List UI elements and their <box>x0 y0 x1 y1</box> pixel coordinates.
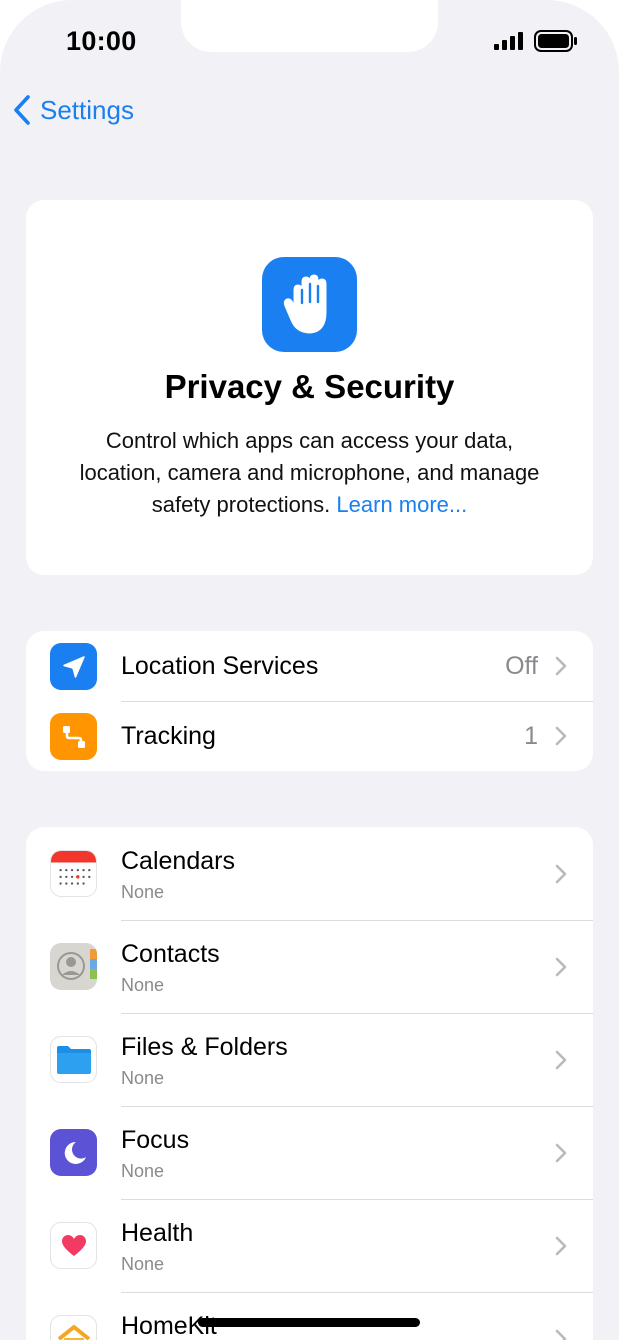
location-services-row[interactable]: Location Services Off <box>26 631 593 701</box>
chevron-right-icon <box>555 726 567 746</box>
back-label: Settings <box>40 94 134 125</box>
notch <box>181 0 438 52</box>
home-indicator[interactable] <box>198 1318 420 1327</box>
contacts-row[interactable]: Contacts None <box>26 921 593 1013</box>
home-icon <box>50 1315 97 1340</box>
row-label: Health <box>121 1219 194 1247</box>
location-tracking-group: Location Services Off Tracking 1 <box>26 631 593 771</box>
homekit-row[interactable]: HomeKit <box>26 1293 593 1340</box>
tracking-row[interactable]: Tracking 1 <box>26 702 593 771</box>
status-time: 10:00 <box>66 26 137 56</box>
calendars-row[interactable]: Calendars None <box>26 827 593 920</box>
chevron-right-icon <box>555 1143 567 1163</box>
description-text: Control which apps can access your data,… <box>79 428 540 517</box>
phone-screen: 10:00 Settings Privacy & Security Contro… <box>0 0 619 1340</box>
row-label: Files & Folders <box>121 1033 288 1061</box>
folder-icon <box>50 1036 97 1083</box>
chevron-right-icon <box>555 957 567 977</box>
row-label: Tracking <box>121 722 216 750</box>
privacy-header-card: Privacy & Security Control which apps ca… <box>26 200 593 575</box>
chevron-left-icon <box>14 95 30 125</box>
row-value: 1 <box>524 722 538 750</box>
row-sublabel: None <box>121 882 165 902</box>
calendar-icon <box>50 850 97 897</box>
chevron-right-icon <box>555 864 567 884</box>
learn-more-link[interactable]: Learn more... <box>336 492 467 517</box>
row-label: Focus <box>121 1126 190 1154</box>
chevron-right-icon <box>555 656 567 676</box>
chevron-right-icon <box>555 1329 567 1340</box>
health-row[interactable]: Health None <box>26 1200 593 1292</box>
row-sublabel: None <box>121 1068 165 1088</box>
chevron-right-icon <box>555 1236 567 1256</box>
row-sublabel: None <box>121 1161 165 1181</box>
row-value: Off <box>505 652 538 680</box>
row-sublabel: None <box>121 975 165 995</box>
row-sublabel: None <box>121 1254 165 1274</box>
moon-icon <box>50 1129 97 1176</box>
tracking-icon <box>50 713 97 760</box>
back-button[interactable]: Settings <box>12 92 134 128</box>
row-label: Contacts <box>121 940 220 968</box>
hand-raised-icon <box>262 257 357 352</box>
row-label: Calendars <box>121 847 235 875</box>
cellular-signal-icon <box>494 32 523 50</box>
row-label: Location Services <box>121 652 319 680</box>
heart-icon <box>50 1222 97 1269</box>
contacts-icon <box>50 943 97 990</box>
page-description: Control which apps can access your data,… <box>66 425 553 521</box>
chevron-right-icon <box>555 1050 567 1070</box>
app-permissions-group: Calendars None Contacts None Files & Fol… <box>26 827 593 1340</box>
location-arrow-icon <box>50 643 97 690</box>
page-title: Privacy & Security <box>164 368 455 405</box>
battery-icon <box>534 30 577 52</box>
files-folders-row[interactable]: Files & Folders None <box>26 1014 593 1106</box>
focus-row[interactable]: Focus None <box>26 1107 593 1199</box>
